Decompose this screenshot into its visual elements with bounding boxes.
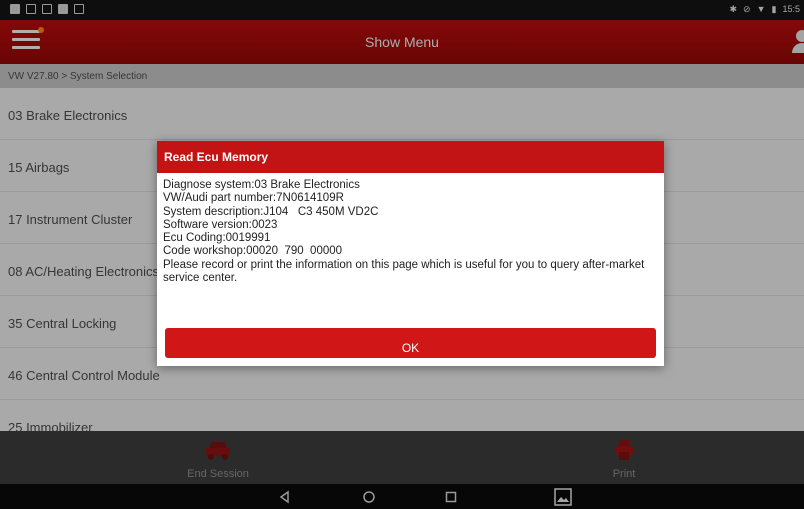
dialog-line: Ecu Coding:0019991 [163,232,271,245]
read-ecu-memory-dialog: Read Ecu Memory Diagnose system:03 Brake… [157,141,664,366]
dialog-line: Code workshop:00020 790 00000 [163,245,343,258]
ok-button[interactable]: OK [165,328,656,358]
dialog-line: Software version:0023 [163,218,278,231]
dialog-line: System description:J104 C3 450M VD2C [163,205,379,218]
dialog-body: Diagnose system:03 Brake Electronics VW/… [163,179,659,285]
dialog-title: Read Ecu Memory [157,141,664,173]
dialog-note: Please record or print the information o… [163,258,645,285]
dialog-line: VW/Audi part number:7N0614109R [163,192,344,205]
dialog-line: Diagnose system:03 Brake Electronics [163,179,360,191]
